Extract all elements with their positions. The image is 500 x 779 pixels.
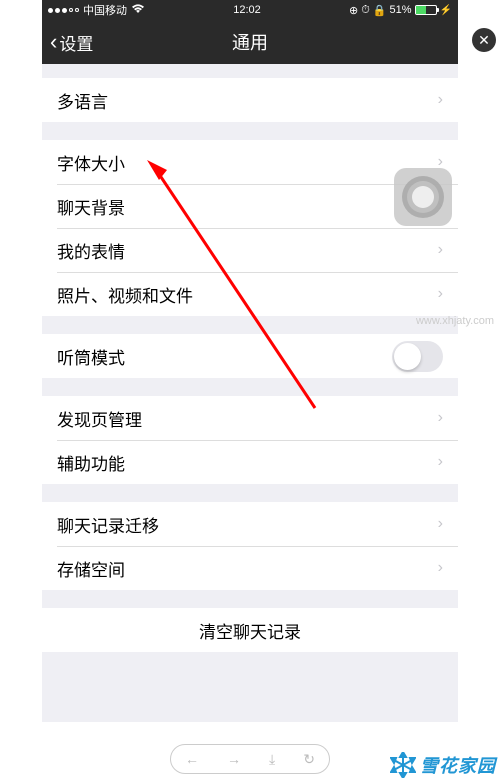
watermark-logo: 雪花家园 xyxy=(390,752,496,778)
row-discover-management[interactable]: 发现页管理 › xyxy=(42,396,458,440)
close-icon: ✕ xyxy=(478,32,490,49)
wifi-icon xyxy=(131,4,145,17)
chevron-right-icon: › xyxy=(438,285,443,303)
chevron-right-icon: › xyxy=(438,241,443,259)
chevron-right-icon: › xyxy=(438,515,443,533)
group-storage: 聊天记录迁移 › 存储空间 › xyxy=(42,502,458,590)
image-viewer-toolbar: ← → ⤓ ↻ xyxy=(170,744,330,774)
row-label: 照片、视频和文件 xyxy=(57,282,193,307)
clear-chat-history-button[interactable]: 清空聊天记录 xyxy=(42,608,458,652)
back-label: 设置 xyxy=(59,30,93,55)
row-label: 辅助功能 xyxy=(57,450,125,475)
group-display: 字体大小 › 聊天背景 › 我的表情 › 照片、视频和文件 › xyxy=(42,140,458,316)
close-button[interactable]: ✕ xyxy=(472,28,496,52)
snowflake-icon xyxy=(390,752,416,778)
battery-percent-label: 51% xyxy=(390,4,412,16)
watermark-brand: 雪花家园 xyxy=(420,752,496,778)
nav-bar: ‹ 设置 通用 xyxy=(42,20,458,64)
row-my-stickers[interactable]: 我的表情 › xyxy=(42,228,458,272)
assistive-touch-button[interactable] xyxy=(394,168,452,226)
clock-label: 12:02 xyxy=(233,4,261,16)
row-storage-space[interactable]: 存储空间 › xyxy=(42,546,458,590)
watermark-url: www.xhjaty.com xyxy=(416,315,494,327)
group-discovery: 发现页管理 › 辅助功能 › xyxy=(42,396,458,484)
chevron-right-icon: › xyxy=(438,409,443,427)
row-label: 字体大小 xyxy=(57,150,125,175)
chevron-left-icon: ‹ xyxy=(50,29,57,55)
chevron-right-icon: › xyxy=(438,559,443,577)
row-label: 发现页管理 xyxy=(57,406,142,431)
alarm-icon: ⊕ xyxy=(349,4,358,17)
group-earpiece: 听筒模式 xyxy=(42,334,458,378)
status-bar: 中国移动 12:02 ⊕ ⏱ 🔒 51% ⚡ xyxy=(42,0,458,20)
row-earpiece-mode[interactable]: 听筒模式 xyxy=(42,334,458,378)
battery-icon xyxy=(415,5,437,15)
status-left: 中国移动 xyxy=(48,2,145,18)
chevron-right-icon: › xyxy=(438,453,443,471)
clear-label: 清空聊天记录 xyxy=(199,618,301,643)
row-label: 聊天背景 xyxy=(57,194,125,219)
status-right: ⊕ ⏱ 🔒 51% ⚡ xyxy=(349,4,452,17)
charging-icon: ⚡ xyxy=(440,5,452,16)
row-photos-videos-files[interactable]: 照片、视频和文件 › xyxy=(42,272,458,316)
group-language: 多语言 › xyxy=(42,78,458,122)
row-label: 我的表情 xyxy=(57,238,125,263)
row-accessibility[interactable]: 辅助功能 › xyxy=(42,440,458,484)
prev-icon[interactable]: ← xyxy=(185,751,199,767)
phone-frame: 中国移动 12:02 ⊕ ⏱ 🔒 51% ⚡ ‹ 设置 通用 多语言 › xyxy=(42,0,458,722)
row-label: 聊天记录迁移 xyxy=(57,512,159,537)
row-label: 听筒模式 xyxy=(57,344,125,369)
chevron-right-icon: › xyxy=(438,91,443,109)
alarm-icon-2: ⏱ xyxy=(361,4,370,17)
carrier-label: 中国移动 xyxy=(83,2,127,18)
next-icon[interactable]: → xyxy=(227,751,241,767)
row-label: 多语言 xyxy=(57,88,108,113)
page-title: 通用 xyxy=(42,29,458,55)
lock-icon: 🔒 xyxy=(373,4,387,17)
refresh-icon[interactable]: ↻ xyxy=(303,751,315,768)
download-icon[interactable]: ⤓ xyxy=(269,751,275,768)
row-multilanguage[interactable]: 多语言 › xyxy=(42,78,458,122)
row-label: 存储空间 xyxy=(57,556,125,581)
earpiece-toggle[interactable] xyxy=(392,341,443,372)
toggle-knob xyxy=(394,343,421,370)
back-button[interactable]: ‹ 设置 xyxy=(42,29,93,55)
signal-dots-icon xyxy=(48,8,79,13)
row-chat-migration[interactable]: 聊天记录迁移 › xyxy=(42,502,458,546)
